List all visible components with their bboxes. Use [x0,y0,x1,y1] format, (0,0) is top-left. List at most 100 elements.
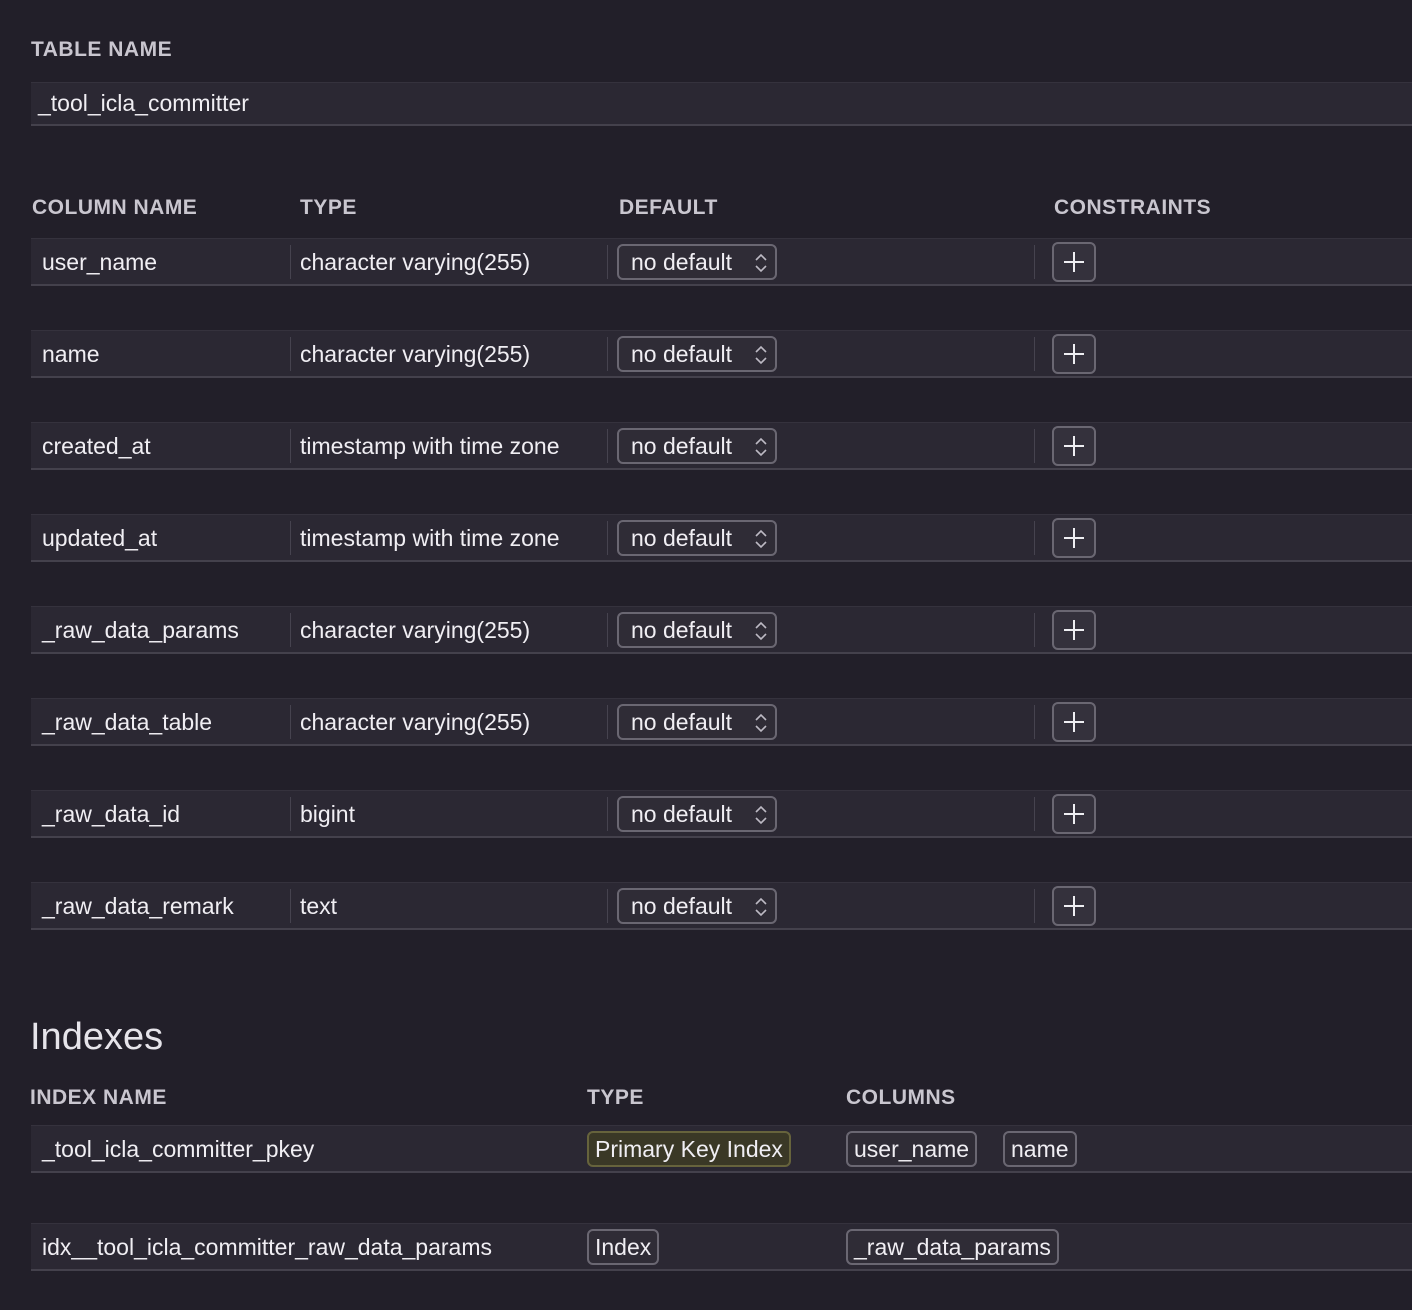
chevron-up-down-icon [755,805,767,825]
column-type-field[interactable]: character varying(255) [300,699,530,745]
column-name-header: COLUMN NAME [32,196,198,219]
default-select-value: no default [631,249,733,275]
column-type-field[interactable]: character varying(255) [300,239,530,285]
column-divider [1034,797,1035,831]
index-column-chip: user_name [846,1131,978,1167]
default-select[interactable]: no default [617,796,777,832]
chevron-up-down-icon [755,621,767,641]
column-name-field[interactable]: name [42,331,100,377]
column-name-field[interactable]: _raw_data_id [42,791,180,837]
chevron-up-down-icon [755,897,767,917]
default-select[interactable]: no default [617,612,777,648]
add-constraint-button[interactable] [1052,242,1096,282]
column-divider [1034,889,1035,923]
column-divider [1034,337,1035,371]
column-divider [607,245,608,279]
column-type-field[interactable]: bigint [300,791,355,837]
default-select[interactable]: no default [617,888,777,924]
default-select-value: no default [631,709,733,735]
column-type-field[interactable]: character varying(255) [300,607,530,653]
column-name-field[interactable]: created_at [42,423,151,469]
index-row: _tool_icla_committer_pkey Primary Key Ind… [31,1125,1412,1173]
column-row: updated_at timestamp with time zone no def… [31,514,1412,562]
column-type-field[interactable]: character varying(255) [300,331,530,377]
column-divider [1034,613,1035,647]
default-select-value: no default [631,801,733,827]
column-divider [607,429,608,463]
default-select-value: no default [631,433,733,459]
default-select-value: no default [631,525,733,551]
plus-icon [1064,252,1084,272]
add-constraint-button[interactable] [1052,794,1096,834]
column-divider [290,337,291,371]
column-divider [290,429,291,463]
column-row: _raw_data_table character varying(255) no … [31,698,1412,746]
column-name-field[interactable]: user_name [42,239,157,285]
plus-icon [1064,436,1084,456]
plus-icon [1064,344,1084,364]
column-divider [290,705,291,739]
column-name-field[interactable]: updated_at [42,515,157,561]
default-select-value: no default [631,617,733,643]
plus-icon [1064,620,1084,640]
plus-icon [1064,712,1084,732]
column-name-field[interactable]: _raw_data_params [42,607,239,653]
add-constraint-button[interactable] [1052,702,1096,742]
table-name-input[interactable]: _tool_icla_committer [31,82,1412,126]
indexes-title: Indexes [30,1016,164,1058]
type-header: TYPE [300,196,357,219]
column-divider [607,521,608,555]
chevron-up-down-icon [755,345,767,365]
table-structure-editor: TABLE NAME _tool_icla_committer COLUMN N… [0,0,1412,1310]
column-divider [1034,521,1035,555]
chevron-up-down-icon [755,713,767,733]
default-select-value: no default [631,341,733,367]
column-divider [607,797,608,831]
index-column-chip: name [1003,1131,1077,1167]
column-divider [607,337,608,371]
column-row: name character varying(255) no default [31,330,1412,378]
index-name: _tool_icla_committer_pkey [42,1136,315,1162]
column-divider [290,245,291,279]
column-divider [607,889,608,923]
default-select-value: no default [631,893,733,919]
column-divider [607,705,608,739]
column-divider [290,889,291,923]
column-divider [1034,429,1035,463]
add-constraint-button[interactable] [1052,518,1096,558]
column-type-field[interactable]: text [300,883,337,929]
column-type-field[interactable]: timestamp with time zone [300,515,559,561]
index-name: idx__tool_icla_committer_raw_data_params [42,1234,493,1260]
chevron-up-down-icon [755,529,767,549]
index-columns-header: COLUMNS [846,1086,956,1109]
default-select[interactable]: no default [617,520,777,556]
column-name-field[interactable]: _raw_data_remark [42,883,234,929]
index-type-badge: Primary Key Index [587,1131,791,1167]
default-select[interactable]: no default [617,336,777,372]
default-select[interactable]: no default [617,704,777,740]
plus-icon [1064,804,1084,824]
column-divider [290,521,291,555]
column-divider [290,613,291,647]
column-row: user_name character varying(255) no defaul… [31,238,1412,286]
add-constraint-button[interactable] [1052,334,1096,374]
default-header: DEFAULT [619,196,718,219]
add-constraint-button[interactable] [1052,610,1096,650]
column-row: created_at timestamp with time zone no def… [31,422,1412,470]
default-select[interactable]: no default [617,244,777,280]
column-name-field[interactable]: _raw_data_table [42,699,212,745]
column-type-field[interactable]: timestamp with time zone [300,423,559,469]
chevron-up-down-icon [755,253,767,273]
column-divider [1034,245,1035,279]
column-divider [607,613,608,647]
column-row: _raw_data_params character varying(255) no… [31,606,1412,654]
add-constraint-button[interactable] [1052,426,1096,466]
index-row: idx__tool_icla_committer_raw_data_params… [31,1223,1412,1271]
column-divider [1034,705,1035,739]
column-row: _raw_data_remark text no default [31,882,1412,930]
chevron-up-down-icon [755,437,767,457]
index-column-chip: _raw_data_params [846,1229,1059,1265]
plus-icon [1064,528,1084,548]
default-select[interactable]: no default [617,428,777,464]
add-constraint-button[interactable] [1052,886,1096,926]
